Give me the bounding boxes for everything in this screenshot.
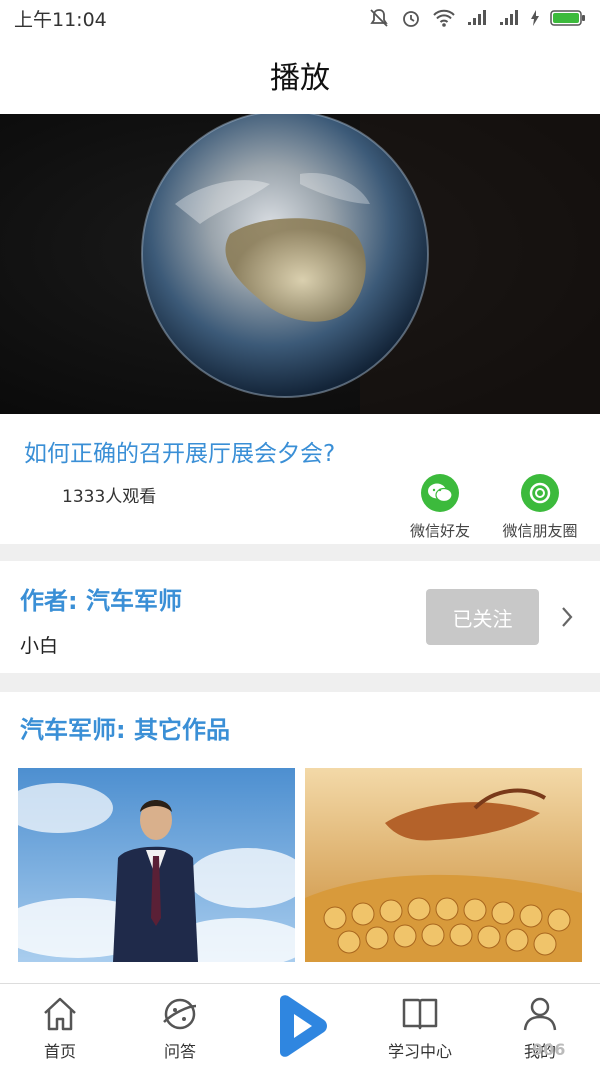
charging-icon [531, 10, 539, 26]
moments-icon [521, 474, 559, 512]
other-works-section: 汽车军师: 其它作品 [0, 692, 600, 992]
author-description: 小白 [20, 635, 59, 657]
mute-icon [370, 9, 388, 27]
work-card[interactable] [305, 768, 582, 962]
share-wechat-friend-label: 微信好友 [409, 522, 470, 540]
signal-icon [468, 10, 486, 25]
signal-icon-2 [500, 10, 518, 25]
tab-learning-center-label: 学习中心 [387, 1042, 452, 1061]
tab-qa[interactable]: 问答 [130, 994, 230, 1062]
other-works-title: 汽车军师: 其它作品 [20, 716, 230, 744]
status-icons [368, 7, 586, 29]
home-icon [44, 997, 76, 1031]
video-player[interactable] [0, 114, 600, 414]
share-wechat-friend-button[interactable]: 微信好友 [395, 474, 485, 541]
tab-home-label: 首页 [43, 1042, 76, 1061]
presenter-thumbnail [18, 768, 295, 962]
page-title: 播放 [270, 61, 330, 96]
planet-icon [163, 998, 197, 1030]
watermark: 906 [532, 1040, 566, 1059]
tab-learning-center[interactable]: 学习中心 [370, 994, 470, 1062]
bottom-tab-bar: 首页 问答 学习中心 我的 [0, 983, 600, 1067]
work-card[interactable] [18, 768, 295, 962]
followed-button[interactable]: 已关注 [426, 589, 539, 645]
status-bar: 上午11:04 [0, 0, 600, 36]
tab-qa-label: 问答 [163, 1042, 196, 1061]
wechat-icon [421, 474, 459, 512]
play-icon [280, 995, 327, 1057]
battery-icon [550, 10, 585, 26]
page-header: 播放 [0, 36, 600, 114]
video-title: 如何正确的召开展厅展会夕会? [24, 441, 336, 467]
wifi-icon [433, 9, 455, 27]
author-section: 作者: 汽车军师 小白 已关注 [0, 561, 600, 673]
dragon-thumbnail [305, 768, 582, 962]
book-icon [402, 998, 438, 1030]
view-count: 1333人观看 [62, 487, 157, 507]
tab-home[interactable]: 首页 [10, 994, 110, 1062]
chevron-right-icon[interactable] [560, 605, 574, 629]
video-info: 如何正确的召开展厅展会夕会? 1333人观看 微信好友 微信朋友圈 [0, 414, 600, 544]
share-wechat-moments-label: 微信朋友圈 [502, 522, 578, 540]
tab-play[interactable] [250, 994, 350, 1058]
share-wechat-moments-button[interactable]: 微信朋友圈 [495, 474, 585, 541]
user-icon [523, 997, 557, 1031]
alarm-icon [403, 11, 419, 27]
author-name: 作者: 汽车军师 [20, 587, 182, 615]
status-time: 上午11:04 [14, 8, 107, 31]
earth-image [0, 114, 600, 414]
